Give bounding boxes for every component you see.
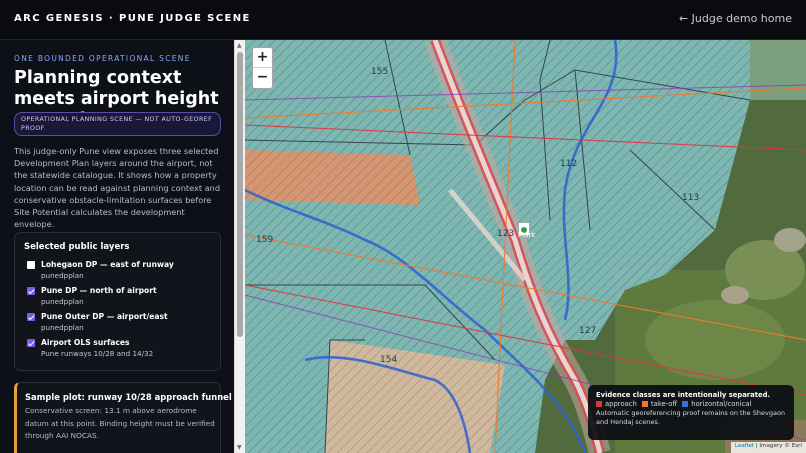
scroll-down-icon[interactable]: ▼: [237, 444, 242, 451]
legend-takeoff: take-off: [650, 400, 678, 408]
layers-panel: Selected public layers Lohegaon DP — eas…: [14, 232, 221, 371]
scroll-up-icon[interactable]: ▲: [237, 42, 242, 49]
layer-source: punedpplan: [41, 323, 84, 332]
plot-number-label: 113: [682, 193, 700, 203]
legend-note: Automatic georeferencing proof remains o…: [596, 409, 786, 426]
sample-plot-title: Sample plot: runway 10/28 approach funne…: [25, 392, 232, 402]
horizontal-swatch: [682, 400, 689, 407]
layer-checkbox[interactable]: [27, 287, 35, 295]
map-view[interactable]: + − 155 112 113 159 123 127 154 Mark Evi…: [245, 40, 806, 453]
layer-name: Lohegaon DP — east of runway: [41, 260, 174, 269]
plot-number-label: 154: [380, 355, 398, 365]
layer-name: Pune DP — north of airport: [41, 286, 157, 295]
imagery-credit: | Imagery © Esri: [753, 443, 802, 449]
layer-name: Airport OLS surfaces: [41, 338, 130, 347]
sample-plot-card: Sample plot: runway 10/28 approach funne…: [14, 382, 232, 453]
layer-checkbox[interactable]: [27, 261, 35, 269]
scene-eyebrow: ONE BOUNDED OPERATIONAL SCENE: [14, 54, 191, 63]
map-attribution: Leaflet | Imagery © Esri: [730, 442, 806, 453]
zoom-control: + −: [252, 47, 273, 89]
layer-name: Pune Outer DP — airport/east: [41, 312, 168, 321]
legend-approach: approach: [605, 400, 637, 408]
zoom-out-button[interactable]: −: [253, 68, 272, 88]
marker-label: Mark: [518, 231, 536, 239]
evidence-legend: Evidence classes are intentionally separ…: [588, 385, 794, 440]
plot-number-label: 123: [497, 229, 515, 239]
layer-source: punedpplan: [41, 297, 84, 306]
brand-title: ARC GENESIS · PUNE JUDGE SCENE: [14, 13, 251, 24]
layer-source: punedpplan: [41, 271, 84, 280]
layer-checkbox[interactable]: [27, 313, 35, 321]
plot-number-label: 155: [371, 67, 389, 77]
legend-title: Evidence classes are intentionally separ…: [596, 391, 771, 399]
leaflet-link[interactable]: Leaflet: [735, 443, 754, 449]
layer-source: Pune runways 10/28 and 14/32: [41, 349, 154, 358]
intro-paragraph: This judge-only Pune view exposes three …: [14, 146, 221, 230]
top-bar: ARC GENESIS · PUNE JUDGE SCENE ← Judge d…: [0, 0, 806, 40]
legend-classes: approach take-off horizontal/conical: [596, 400, 786, 409]
layers-panel-title: Selected public layers: [24, 242, 130, 252]
scrollbar-thumb[interactable]: [237, 52, 243, 337]
sample-plot-text: Conservative screen: 13.1 m above aerodr…: [25, 406, 215, 440]
zoom-in-button[interactable]: +: [253, 48, 272, 68]
legend-horizontal: horizontal/conical: [691, 400, 752, 408]
sidebar: ONE BOUNDED OPERATIONAL SCENE Planning c…: [0, 40, 234, 453]
plot-number-label: 159: [256, 235, 274, 245]
plot-number-label: 127: [579, 326, 597, 336]
takeoff-swatch: [641, 400, 648, 407]
sidebar-scrollbar[interactable]: ▲ ▼: [234, 40, 245, 453]
plot-number-label: 112: [560, 159, 578, 169]
scene-badge: OPERATIONAL PLANNING SCENE — NOT AUTO-GE…: [14, 112, 221, 136]
layer-checkbox[interactable]: [27, 339, 35, 347]
approach-swatch: [596, 400, 602, 407]
judge-demo-home-link[interactable]: ← Judge demo home: [679, 12, 792, 25]
